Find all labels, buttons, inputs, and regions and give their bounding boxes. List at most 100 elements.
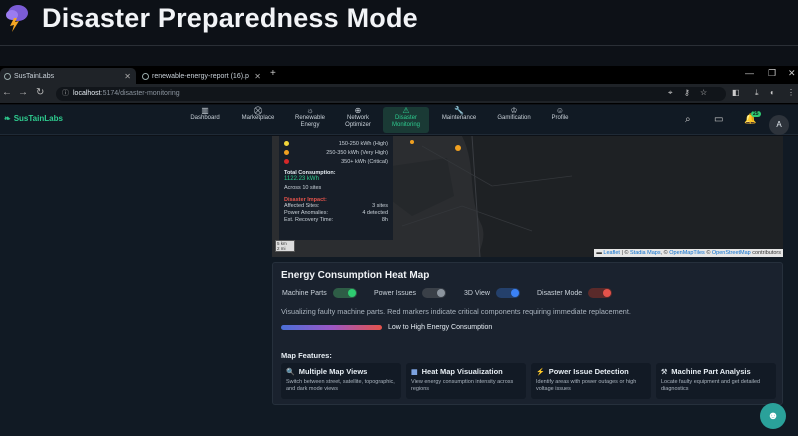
tab-report[interactable]: renewable-energy-report (16).p ✕ [138, 68, 266, 84]
toggle-power-issues[interactable]: Power Issues [374, 288, 447, 298]
site-info-icon[interactable]: ⓘ [62, 87, 69, 101]
bookmark-star-icon[interactable]: ☆ [700, 88, 707, 97]
avatar[interactable]: A [769, 115, 789, 135]
nav-dashboard[interactable]: ▥ Dashboard [186, 107, 224, 133]
chart-icon: ▦ [411, 368, 418, 376]
feature-desc: Identify areas with power outages or hig… [536, 379, 637, 392]
maximize-icon[interactable]: ❐ [768, 68, 776, 79]
user-icon: ☺ [555, 106, 565, 115]
download-icon[interactable]: ⤓ [755, 88, 759, 98]
impact-row: Est. Recovery Time: 8h [284, 217, 388, 224]
chatbot-button[interactable]: ☻ [760, 403, 786, 429]
spacer [0, 46, 798, 66]
nav-disaster-monitoring[interactable]: ⚠ Disaster Monitoring [383, 107, 429, 133]
close-icon[interactable]: ✕ [124, 72, 131, 81]
stadia-link[interactable]: Stadia Maps [630, 250, 661, 256]
toggle-disaster-mode[interactable]: Disaster Mode [537, 288, 613, 298]
profile-icon[interactable]: ◐ [770, 88, 775, 97]
map-marker-small[interactable] [410, 140, 414, 144]
legend-dot [284, 150, 289, 155]
toggle-knob [510, 289, 519, 297]
nav-network-optimizer[interactable]: ⊕ Network Optimizer [338, 107, 378, 133]
new-tab-icon[interactable]: + [270, 68, 276, 79]
toggle-3d-view[interactable]: 3D View [464, 288, 520, 298]
scale-mi: 2 mi [277, 246, 286, 251]
toggle-machine-parts[interactable]: Machine Parts [282, 288, 357, 298]
globe-icon [4, 72, 11, 80]
nav-marketplace[interactable]: ⛒ Marketplace [236, 107, 280, 133]
leaflet-link[interactable]: Leaflet [603, 250, 620, 256]
toggle-switch[interactable] [422, 288, 447, 298]
gradient-label: Low to High Energy Consumption [388, 324, 493, 331]
panel-title: Energy Consumption Heat Map [281, 270, 430, 281]
legend-row: 350+ kWh (Critical) [284, 157, 388, 166]
close-icon[interactable]: ✕ [254, 72, 261, 81]
impact-row: Affected Sites: 3 sites [284, 203, 388, 210]
key-icon[interactable]: ⚷ [684, 88, 690, 97]
map-legend: 150-250 kWh (High) 250-350 kWh (Very Hig… [279, 136, 393, 240]
total-value: 1122.23 kWh [284, 176, 319, 182]
toggle-switch[interactable] [495, 288, 520, 298]
map-marker-orange[interactable] [455, 145, 461, 151]
toggle-label: Disaster Mode [537, 289, 583, 297]
nav-label: Profile [551, 115, 569, 121]
location-icon[interactable]: ⌖ [668, 88, 673, 98]
app-navbar: ❧ SusTainLabs ▥ Dashboard ⛒ Marketplace ☼ Re… [0, 105, 798, 135]
url-field[interactable]: ⓘ localhost:5174/disaster-monitoring [56, 87, 726, 101]
feature-desc: View energy consumption intensity across… [411, 379, 514, 392]
total-sites: Across 10 sites [284, 185, 322, 191]
minimize-icon[interactable]: — [745, 68, 754, 78]
feature-card: ⚡ Power Issue Detection Identify areas wi… [531, 363, 651, 399]
menu-icon[interactable]: ⋮ [787, 88, 795, 97]
brand-name: SusTainLabs [13, 114, 63, 123]
impact-row: Power Anomalies: 4 detected [284, 210, 388, 217]
reload-icon[interactable]: ↻ [36, 87, 44, 98]
toggle-label: Power Issues [374, 289, 417, 297]
nav-maintenance[interactable]: 🔧 Maintenance [436, 107, 482, 133]
extensions-icon[interactable]: ◧ [732, 88, 740, 97]
nav-profile[interactable]: ☺ Profile [546, 107, 574, 133]
brand[interactable]: ❧ SusTainLabs [4, 114, 63, 123]
cart-icon: ⛒ [253, 106, 263, 115]
storm-cloud-icon [6, 5, 28, 32]
search-icon: 🔍 [286, 368, 295, 376]
nav-renewable-energy[interactable]: ☼ Renewable Energy [288, 107, 332, 133]
legend-row: 150-250 kWh (High) [284, 139, 388, 148]
notification-badge: 25 [751, 111, 761, 117]
feature-title: Machine Part Analysis [671, 367, 751, 376]
toggle-switch[interactable] [332, 288, 357, 298]
toggle-label: Machine Parts [282, 289, 327, 297]
toggle-knob [347, 289, 356, 297]
attr-sep: , © [660, 250, 670, 256]
legend-dot [284, 159, 289, 164]
close-window-icon[interactable]: ✕ [788, 68, 796, 79]
impact-value: 3 sites [372, 203, 388, 209]
chart-icon: ▥ [201, 106, 209, 115]
forward-icon[interactable]: → [18, 87, 28, 98]
nav-gamification[interactable]: ♔ Gamification [492, 107, 536, 133]
toggle-switch[interactable] [588, 288, 613, 298]
tab-label: SusTainLabs [14, 72, 55, 80]
slide-title: Disaster Preparedness Mode [42, 3, 418, 33]
search-icon[interactable]: ⌕ [685, 114, 691, 125]
impact-key: Affected Sites: [284, 203, 320, 209]
osm-link[interactable]: OpenStreetMap [712, 250, 751, 256]
toggle-knob [603, 289, 612, 297]
legend-dot [284, 141, 289, 146]
globe-icon [142, 72, 149, 80]
attr-tail: contributors [750, 250, 781, 256]
attr-sep: | © [619, 250, 631, 256]
back-icon[interactable]: ← [2, 87, 12, 98]
impact-value: 8h [381, 217, 388, 223]
map-attribution: ▬ Leaflet | © Stadia Maps, © OpenMapTile… [594, 249, 783, 257]
network-icon: ⊕ [354, 106, 362, 115]
tab-sustainlabs[interactable]: SusTainLabs ✕ [0, 68, 136, 84]
feature-title: Multiple Map Views [298, 367, 368, 376]
nav-label: Renewable Energy [294, 115, 326, 128]
impact-key: Est. Recovery Time: [284, 217, 334, 223]
openmaptiles-link[interactable]: OpenMapTiles [669, 250, 705, 256]
feature-card: 🔍 Multiple Map Views Switch between stree… [281, 363, 401, 399]
toggle-label: 3D View [464, 289, 490, 297]
monitor-icon[interactable]: ▭ [714, 114, 723, 125]
impact-key: Power Anomalies: [284, 210, 329, 216]
